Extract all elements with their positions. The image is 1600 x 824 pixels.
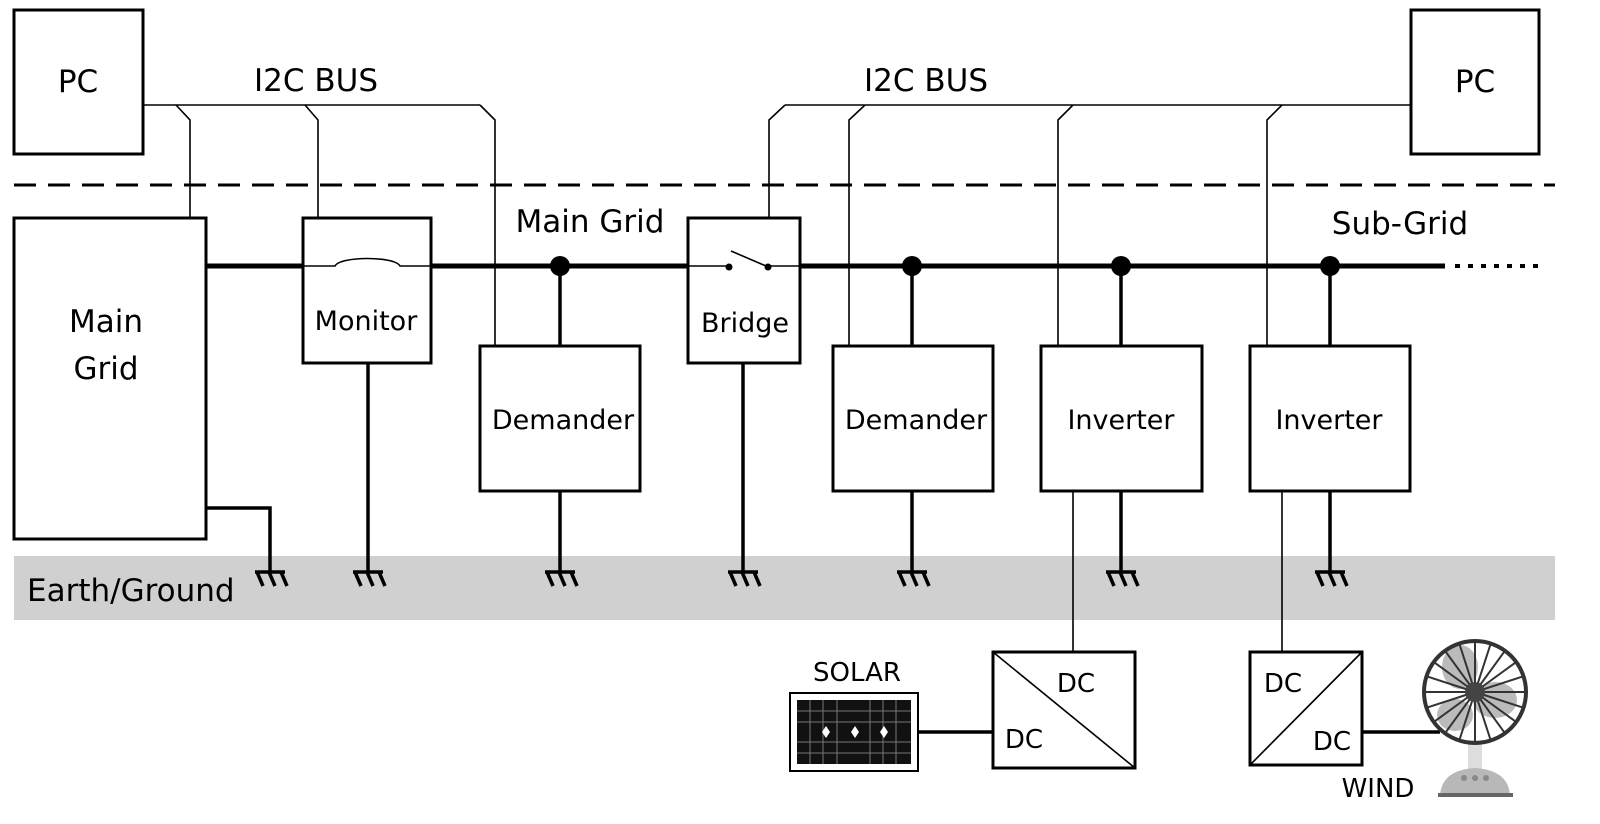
pc-right-label: PC <box>1455 64 1495 100</box>
wind-label: WIND <box>1342 774 1415 804</box>
dc-dc-converter-1: DC DC <box>918 650 1137 770</box>
wind-turbine-fan-icon: WIND <box>1342 639 1528 804</box>
dc1-top-label: DC <box>1057 669 1095 699</box>
i2c-bus-right <box>768 104 1411 346</box>
microgrid-diagram: Earth/Ground I2C BUS I2C BUS PC PC Main … <box>12 8 1555 804</box>
pc-right: PC <box>1409 8 1541 156</box>
main-grid-label-1: Main <box>69 304 143 340</box>
main-grid-source: Main Grid <box>12 216 272 572</box>
dc2-top-label: DC <box>1264 669 1302 699</box>
demander-block-1: Demander <box>478 256 642 572</box>
demander-block-2: Demander <box>831 256 995 572</box>
monitor-block: Monitor <box>301 216 433 572</box>
solar-panel-icon: SOLAR <box>789 658 919 772</box>
inverter-2-label: Inverter <box>1275 405 1383 436</box>
dc2-bottom-label: DC <box>1313 727 1351 757</box>
sub-grid-bus-label: Sub-Grid <box>1332 206 1468 242</box>
demander-2-label: Demander <box>845 405 988 436</box>
bridge-block: Bridge <box>686 216 802 572</box>
main-grid-bus-label: Main Grid <box>516 204 665 240</box>
main-grid-label-2: Grid <box>73 351 138 387</box>
earth-ground-band <box>14 556 1555 620</box>
bridge-label: Bridge <box>701 308 789 339</box>
pc-left: PC <box>12 8 145 156</box>
inverter-1-label: Inverter <box>1067 405 1175 436</box>
solar-label: SOLAR <box>813 658 901 688</box>
earth-label: Earth/Ground <box>27 573 235 609</box>
dc-dc-converter-2: DC DC <box>1248 650 1440 767</box>
i2c-bus-right-label: I2C BUS <box>864 63 988 99</box>
dc1-bottom-label: DC <box>1005 725 1043 755</box>
i2c-bus-left-label: I2C BUS <box>254 63 378 99</box>
monitor-label: Monitor <box>315 306 419 337</box>
demander-1-label: Demander <box>492 405 635 436</box>
pc-left-label: PC <box>58 64 98 100</box>
